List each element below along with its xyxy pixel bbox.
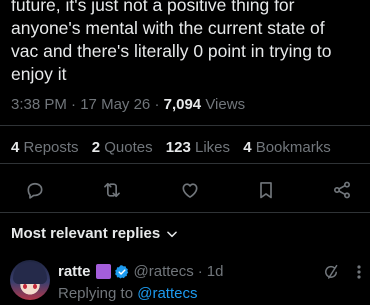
tweet-meta: 3:38 PM · 17 May 26 · 7,094 Views [11,96,245,113]
chevron-down-icon [167,230,178,237]
grok-icon[interactable] [322,263,340,281]
share-icon [334,181,350,199]
meta-separator: · [154,96,160,113]
sort-label: Most relevant replies [11,225,161,242]
tweet-text: future, it's just not a positive thing f… [11,0,332,84]
views-label: Views [205,96,246,113]
reply-icon [27,182,43,199]
tweet-stats: 4 Reposts 2 Quotes 123 Likes 4 Bookmarks [11,139,340,156]
likes-stat[interactable]: 123 Likes [166,139,230,156]
bookmark-button[interactable] [253,177,279,203]
reply-button[interactable] [22,177,48,203]
divider [0,125,370,126]
likes-label: Likes [194,139,231,156]
reposts-stat[interactable]: 4 Reposts [11,139,79,156]
bookmarks-count: 4 [243,139,252,156]
reposts-label: Reposts [23,139,79,156]
divider [0,212,370,213]
tweet-time[interactable]: 3:38 PM [11,96,67,113]
bookmarks-label: Bookmarks [255,139,331,156]
replying-to: Replying to @rattecs [58,285,197,302]
divider [0,163,370,164]
action-bar [0,177,370,203]
views-count: 7,094 [163,96,202,113]
reply-separator: · [197,263,203,280]
reply-age[interactable]: 1d [207,263,224,280]
meta-separator: · [71,96,77,113]
reposts-count: 4 [11,139,20,156]
reply-handle[interactable]: @rattecs [134,263,194,280]
like-icon [182,183,198,198]
replying-mention[interactable]: @rattecs [137,285,197,302]
replies-sort-dropdown[interactable]: Most relevant replies [11,225,179,242]
tweet-date[interactable]: 17 May 26 [80,96,150,113]
like-button[interactable] [177,177,203,203]
reply-item[interactable]: ratte @rattecs · 1d Replying to @rattecs [0,254,370,305]
verified-badge-icon [114,264,128,279]
more-options-icon[interactable] [352,264,366,280]
repost-icon [104,182,120,198]
bookmark-icon [260,182,272,199]
reply-header: ratte @rattecs · 1d [58,263,223,280]
replying-prefix: Replying to [58,285,134,302]
reply-author-name[interactable]: ratte [58,263,91,280]
avatar[interactable] [10,260,50,300]
share-button[interactable] [329,177,355,203]
likes-count: 123 [165,139,191,156]
quotes-stat[interactable]: 2 Quotes [92,139,153,156]
quotes-count: 2 [91,139,101,156]
purple-square-icon [95,264,111,279]
quotes-label: Quotes [104,139,153,156]
repost-button[interactable] [99,177,125,203]
bookmarks-stat[interactable]: 4 Bookmarks [243,139,331,156]
